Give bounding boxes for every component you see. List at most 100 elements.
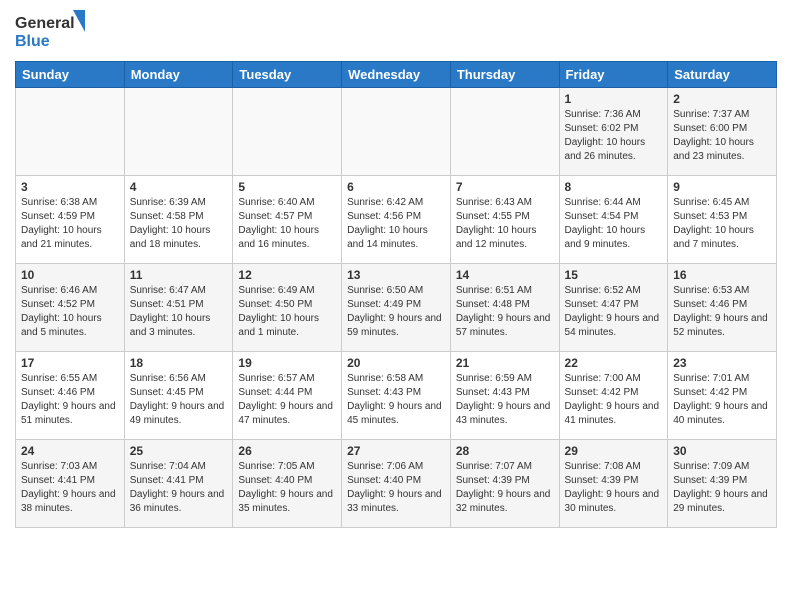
day-number: 18 — [130, 356, 228, 370]
day-number: 11 — [130, 268, 228, 282]
calendar-cell: 30Sunrise: 7:09 AM Sunset: 4:39 PM Dayli… — [668, 440, 777, 528]
day-number: 10 — [21, 268, 119, 282]
day-number: 28 — [456, 444, 554, 458]
calendar-cell: 8 Sunrise: 6:44 AM Sunset: 4:54 PM Daylig… — [559, 176, 668, 264]
day-number: 29 — [565, 444, 663, 458]
day-info: Sunrise: 6:47 AM Sunset: 4:51 PM Dayligh… — [130, 284, 228, 340]
day-info: Sunrise: 7:01 AM Sunset: 4:42 PM Dayligh… — [673, 372, 771, 428]
day-info: Sunrise: 7:03 AM Sunset: 4:41 PM Dayligh… — [21, 460, 119, 516]
day-info: Sunrise: 6:40 AM Sunset: 4:57 PM Dayligh… — [238, 196, 336, 252]
calendar-cell: 23Sunrise: 7:01 AM Sunset: 4:42 PM Dayli… — [668, 352, 777, 440]
day-info: Sunrise: 6:45 AM Sunset: 4:53 PM Dayligh… — [673, 196, 771, 252]
day-info: Sunrise: 6:46 AM Sunset: 4:52 PM Dayligh… — [21, 284, 119, 340]
calendar-cell: 28 Sunrise: 7:07 AM Sunset: 4:39 PM Dayli… — [450, 440, 559, 528]
day-number: 12 — [238, 268, 336, 282]
calendar-cell: 10 Sunrise: 6:46 AM Sunset: 4:52 PM Dayli… — [16, 264, 125, 352]
calendar-cell: 24 Sunrise: 7:03 AM Sunset: 4:41 PM Dayli… — [16, 440, 125, 528]
calendar-cell: 14 Sunrise: 6:51 AM Sunset: 4:48 PM Dayli… — [450, 264, 559, 352]
calendar-cell: 4 Sunrise: 6:39 AM Sunset: 4:58 PM Daylig… — [124, 176, 233, 264]
day-number: 14 — [456, 268, 554, 282]
day-number: 25 — [130, 444, 228, 458]
calendar-cell: 13 Sunrise: 6:50 AM Sunset: 4:49 PM Dayli… — [342, 264, 451, 352]
day-info: Sunrise: 7:37 AM Sunset: 6:00 PM Dayligh… — [673, 108, 771, 164]
day-number: 9 — [673, 180, 771, 194]
day-info: Sunrise: 6:38 AM Sunset: 4:59 PM Dayligh… — [21, 196, 119, 252]
svg-text:Blue: Blue — [15, 33, 50, 50]
day-info: Sunrise: 6:42 AM Sunset: 4:56 PM Dayligh… — [347, 196, 445, 252]
day-info: Sunrise: 6:44 AM Sunset: 4:54 PM Dayligh… — [565, 196, 663, 252]
day-number: 19 — [238, 356, 336, 370]
calendar-cell: 7 Sunrise: 6:43 AM Sunset: 4:55 PM Daylig… — [450, 176, 559, 264]
calendar-cell — [450, 88, 559, 176]
day-info: Sunrise: 6:59 AM Sunset: 4:43 PM Dayligh… — [456, 372, 554, 428]
day-info: Sunrise: 7:36 AM Sunset: 6:02 PM Dayligh… — [565, 108, 663, 164]
day-number: 1 — [565, 92, 663, 106]
day-info: Sunrise: 6:43 AM Sunset: 4:55 PM Dayligh… — [456, 196, 554, 252]
day-number: 6 — [347, 180, 445, 194]
day-number: 15 — [565, 268, 663, 282]
logo-svg: GeneralBlue — [15, 10, 85, 55]
day-number: 26 — [238, 444, 336, 458]
calendar-cell: 29 Sunrise: 7:08 AM Sunset: 4:39 PM Dayli… — [559, 440, 668, 528]
calendar-week-row: 3 Sunrise: 6:38 AM Sunset: 4:59 PM Daylig… — [16, 176, 777, 264]
day-number: 8 — [565, 180, 663, 194]
calendar-cell — [233, 88, 342, 176]
calendar-cell: 19Sunrise: 6:57 AM Sunset: 4:44 PM Dayli… — [233, 352, 342, 440]
calendar-cell: 18Sunrise: 6:56 AM Sunset: 4:45 PM Dayli… — [124, 352, 233, 440]
calendar-header-row: SundayMondayTuesdayWednesdayThursdayFrid… — [16, 62, 777, 88]
calendar-cell: 15 Sunrise: 6:52 AM Sunset: 4:47 PM Dayli… — [559, 264, 668, 352]
day-info: Sunrise: 6:39 AM Sunset: 4:58 PM Dayligh… — [130, 196, 228, 252]
calendar-week-row: 24 Sunrise: 7:03 AM Sunset: 4:41 PM Dayli… — [16, 440, 777, 528]
calendar-cell: 20Sunrise: 6:58 AM Sunset: 4:43 PM Dayli… — [342, 352, 451, 440]
day-number: 17 — [21, 356, 119, 370]
day-info: Sunrise: 6:49 AM Sunset: 4:50 PM Dayligh… — [238, 284, 336, 340]
calendar-cell: 5 Sunrise: 6:40 AM Sunset: 4:57 PM Daylig… — [233, 176, 342, 264]
calendar-cell: 2Sunrise: 7:37 AM Sunset: 6:00 PM Daylig… — [668, 88, 777, 176]
day-header-thursday: Thursday — [450, 62, 559, 88]
calendar-cell: 12 Sunrise: 6:49 AM Sunset: 4:50 PM Dayli… — [233, 264, 342, 352]
day-number: 30 — [673, 444, 771, 458]
day-number: 16 — [673, 268, 771, 282]
day-info: Sunrise: 6:52 AM Sunset: 4:47 PM Dayligh… — [565, 284, 663, 340]
day-number: 13 — [347, 268, 445, 282]
day-info: Sunrise: 6:51 AM Sunset: 4:48 PM Dayligh… — [456, 284, 554, 340]
day-info: Sunrise: 6:55 AM Sunset: 4:46 PM Dayligh… — [21, 372, 119, 428]
day-number: 21 — [456, 356, 554, 370]
calendar-cell: 6 Sunrise: 6:42 AM Sunset: 4:56 PM Daylig… — [342, 176, 451, 264]
calendar-cell: 3 Sunrise: 6:38 AM Sunset: 4:59 PM Daylig… — [16, 176, 125, 264]
day-info: Sunrise: 7:06 AM Sunset: 4:40 PM Dayligh… — [347, 460, 445, 516]
day-info: Sunrise: 7:05 AM Sunset: 4:40 PM Dayligh… — [238, 460, 336, 516]
logo: GeneralBlue — [15, 10, 85, 55]
day-header-monday: Monday — [124, 62, 233, 88]
calendar-cell: 1 Sunrise: 7:36 AM Sunset: 6:02 PM Daylig… — [559, 88, 668, 176]
day-number: 22 — [565, 356, 663, 370]
day-header-friday: Friday — [559, 62, 668, 88]
day-number: 5 — [238, 180, 336, 194]
calendar-week-row: 10 Sunrise: 6:46 AM Sunset: 4:52 PM Dayli… — [16, 264, 777, 352]
calendar-cell: 16 Sunrise: 6:53 AM Sunset: 4:46 PM Dayli… — [668, 264, 777, 352]
day-number: 3 — [21, 180, 119, 194]
calendar-cell — [16, 88, 125, 176]
day-number: 27 — [347, 444, 445, 458]
day-info: Sunrise: 7:04 AM Sunset: 4:41 PM Dayligh… — [130, 460, 228, 516]
calendar-table: SundayMondayTuesdayWednesdayThursdayFrid… — [15, 61, 777, 528]
calendar-cell: 27 Sunrise: 7:06 AM Sunset: 4:40 PM Dayli… — [342, 440, 451, 528]
calendar-cell — [124, 88, 233, 176]
calendar-cell: 26 Sunrise: 7:05 AM Sunset: 4:40 PM Dayli… — [233, 440, 342, 528]
day-number: 4 — [130, 180, 228, 194]
day-number: 20 — [347, 356, 445, 370]
day-header-saturday: Saturday — [668, 62, 777, 88]
calendar-cell — [342, 88, 451, 176]
day-info: Sunrise: 6:50 AM Sunset: 4:49 PM Dayligh… — [347, 284, 445, 340]
calendar-cell: 22Sunrise: 7:00 AM Sunset: 4:42 PM Dayli… — [559, 352, 668, 440]
day-number: 7 — [456, 180, 554, 194]
calendar-cell: 21 Sunrise: 6:59 AM Sunset: 4:43 PM Dayli… — [450, 352, 559, 440]
calendar-week-row: 1 Sunrise: 7:36 AM Sunset: 6:02 PM Daylig… — [16, 88, 777, 176]
day-number: 24 — [21, 444, 119, 458]
day-info: Sunrise: 7:07 AM Sunset: 4:39 PM Dayligh… — [456, 460, 554, 516]
day-header-sunday: Sunday — [16, 62, 125, 88]
day-header-wednesday: Wednesday — [342, 62, 451, 88]
day-info: Sunrise: 6:53 AM Sunset: 4:46 PM Dayligh… — [673, 284, 771, 340]
day-header-tuesday: Tuesday — [233, 62, 342, 88]
day-info: Sunrise: 7:08 AM Sunset: 4:39 PM Dayligh… — [565, 460, 663, 516]
